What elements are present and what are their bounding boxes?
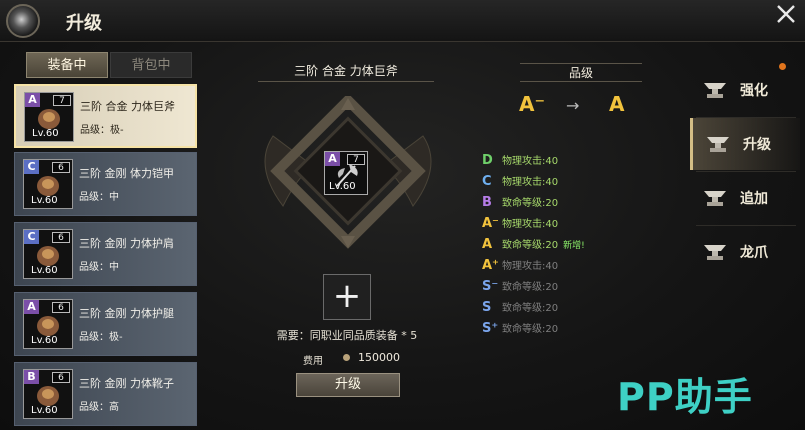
equipment-item[interactable]: B 6 Lv.60 三阶 金刚 力体靴子 品级：高 — [14, 362, 197, 426]
coin-icon — [343, 354, 350, 361]
grade-to: A — [609, 92, 625, 116]
upgrade-button[interactable]: 升级 — [296, 373, 400, 397]
tab-backpack[interactable]: 背包中 — [110, 52, 192, 78]
stat-text: 致命等级:20 — [502, 282, 559, 293]
tab-equipped[interactable]: 装备中 — [26, 52, 108, 78]
stat-grade: S⁺ — [482, 321, 499, 336]
equipment-item[interactable]: C 6 Lv.60 三阶 金刚 力体护肩 品级：中 — [14, 222, 197, 286]
nav-item[interactable]: 追加 — [690, 172, 800, 224]
item-name: 三阶 金刚 力体护肩 — [79, 237, 174, 250]
stat-grade: B — [482, 195, 492, 210]
nav-item[interactable]: 龙爪 — [690, 226, 800, 278]
selected-item-slot[interactable]: A 7 Lv.60 — [324, 151, 368, 195]
anvil-icon — [704, 83, 726, 98]
anvil-icon — [704, 245, 726, 260]
close-button[interactable] — [772, 2, 800, 30]
item-level: Lv.60 — [329, 181, 356, 192]
item-icon-slot: A 6 Lv.60 — [23, 299, 73, 349]
item-level: Lv.60 — [31, 335, 58, 346]
nav-label: 追加 — [740, 191, 768, 207]
item-quality: 品级：中 — [79, 262, 119, 273]
item-name: 三阶 金刚 体力铠甲 — [79, 167, 174, 180]
stat-text: 致命等级:20 — [502, 303, 559, 314]
cost-value: 150000 — [358, 351, 400, 364]
stat-row: S 致命等级:20 — [482, 299, 558, 315]
item-icon-slot: C 6 Lv.60 — [23, 159, 73, 209]
stat-grade: C — [482, 174, 492, 189]
item-name: 三阶 金刚 力体靴子 — [79, 377, 174, 390]
stat-row: D 物理攻击:40 — [482, 152, 558, 168]
new-tag: 新增! — [563, 241, 585, 251]
nav-label: 升级 — [743, 137, 771, 153]
grade-from: A⁻ — [519, 92, 546, 116]
stat-text: 物理攻击:40 — [502, 156, 559, 167]
stat-row: A⁺ 物理攻击:40 — [482, 257, 558, 273]
stat-row: C 物理攻击:40 — [482, 173, 558, 189]
item-level: Lv.60 — [31, 195, 58, 206]
item-level: Lv.60 — [31, 405, 58, 416]
item-icon-slot: A 7 Lv.60 — [24, 92, 74, 142]
cost-label: 费用 — [303, 356, 323, 367]
stat-grade: A⁺ — [482, 258, 499, 273]
selected-item-title: 三阶 合金 力体巨斧 — [258, 62, 434, 82]
watermark: PP助手 — [617, 375, 753, 419]
quality-header: 品级 — [520, 63, 642, 82]
stat-grade: A — [482, 237, 493, 252]
stat-row: A⁻ 物理攻击:40 — [482, 215, 558, 231]
item-name: 三阶 金刚 力体护腿 — [79, 307, 174, 320]
item-level: Lv.60 — [31, 265, 58, 276]
stat-row: A 致命等级:20 新增! — [482, 236, 585, 252]
nav-item[interactable]: 强化 — [690, 64, 800, 116]
nav-label: 龙爪 — [740, 245, 768, 261]
item-quality: 品级：极- — [80, 125, 124, 136]
anvil-icon — [704, 191, 726, 206]
item-quality: 品级：中 — [79, 192, 119, 203]
item-name: 三阶 合金 力体巨斧 — [80, 100, 175, 113]
stat-grade: S⁻ — [482, 279, 499, 294]
stat-row: S⁻ 致命等级:20 — [482, 278, 558, 294]
item-quality: 品级：高 — [79, 402, 119, 413]
item-level: Lv.60 — [32, 128, 59, 139]
window-title: 升级 — [66, 13, 102, 34]
item-icon-slot: C 6 Lv.60 — [23, 229, 73, 279]
stat-text: 致命等级:20 — [502, 324, 559, 335]
stat-row: S⁺ 致命等级:20 — [482, 320, 558, 336]
stat-text: 物理攻击:40 — [502, 177, 559, 188]
equipment-item[interactable]: A 7 Lv.60 三阶 合金 力体巨斧 品级：极- — [14, 84, 197, 148]
notification-dot — [779, 63, 786, 70]
requirement-text: 需要：同职业同品质装备 * 5 — [276, 329, 418, 342]
add-material-button[interactable]: + — [323, 274, 371, 320]
stat-text: 物理攻击:40 — [502, 219, 559, 230]
stat-text: 致命等级:20 — [502, 198, 559, 209]
stat-text: 致命等级:20 — [502, 240, 559, 251]
equipment-item[interactable]: C 6 Lv.60 三阶 金刚 体力铠甲 品级：中 — [14, 152, 197, 216]
close-icon — [777, 5, 795, 23]
item-icon-slot: B 6 Lv.60 — [23, 369, 73, 419]
stat-text: 物理攻击:40 — [502, 261, 559, 272]
anvil-icon — [707, 137, 729, 152]
item-quality: 品级：极- — [79, 332, 123, 343]
top-bar: 升级 — [0, 0, 805, 42]
stat-row: B 致命等级:20 — [482, 194, 558, 210]
stat-grade: S — [482, 300, 492, 315]
arrow-icon: → — [566, 96, 580, 115]
stat-grade: A⁻ — [482, 216, 499, 231]
menu-orb-icon[interactable] — [6, 4, 40, 38]
stat-grade: D — [482, 153, 493, 168]
nav-item[interactable]: 升级 — [690, 118, 800, 170]
upgrade-screen: 升级 装备中 背包中 A 7 Lv.60 三阶 合金 力体巨斧 品级：极- C 6 Lv.60… — [0, 0, 805, 430]
nav-label: 强化 — [740, 83, 768, 99]
equipment-item[interactable]: A 6 Lv.60 三阶 金刚 力体护腿 品级：极- — [14, 292, 197, 356]
